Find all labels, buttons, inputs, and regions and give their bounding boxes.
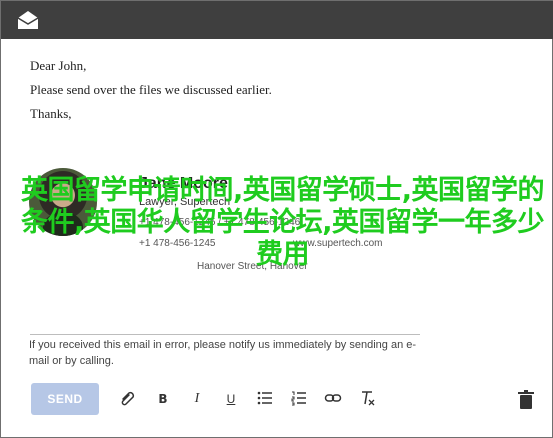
bold-icon[interactable]: B bbox=[152, 389, 174, 409]
closing-text: Thanks, bbox=[30, 106, 72, 121]
italic-icon[interactable]: I bbox=[186, 389, 208, 409]
bulleted-list-icon[interactable] bbox=[254, 389, 276, 409]
trash-icon[interactable] bbox=[515, 389, 537, 411]
disclaimer-text: If you received this email in error, ple… bbox=[29, 339, 417, 367]
envelope-icon bbox=[17, 11, 39, 29]
compose-toolbar: SEND B I U bbox=[1, 383, 553, 415]
send-button[interactable]: SEND bbox=[31, 383, 99, 415]
message-body[interactable]: Dear John, Please send over the files we… bbox=[1, 39, 553, 394]
title-bar bbox=[1, 1, 553, 39]
overlay-watermark-text: 英国留学申请时间,英国留学硕士,英国留学的条件,英国华人留学生论坛,英国留学一年… bbox=[20, 175, 545, 270]
clear-formatting-icon[interactable] bbox=[356, 389, 378, 409]
link-icon[interactable] bbox=[322, 389, 344, 409]
divider bbox=[30, 334, 420, 335]
underline-icon[interactable]: U bbox=[220, 389, 242, 409]
attach-icon[interactable] bbox=[117, 389, 139, 409]
numbered-list-icon[interactable] bbox=[288, 389, 310, 409]
email-compose-window: Dear John, Please send over the files we… bbox=[0, 0, 553, 438]
body-text: Please send over the files we discussed … bbox=[30, 82, 272, 97]
greeting-text: Dear John, bbox=[30, 58, 87, 73]
